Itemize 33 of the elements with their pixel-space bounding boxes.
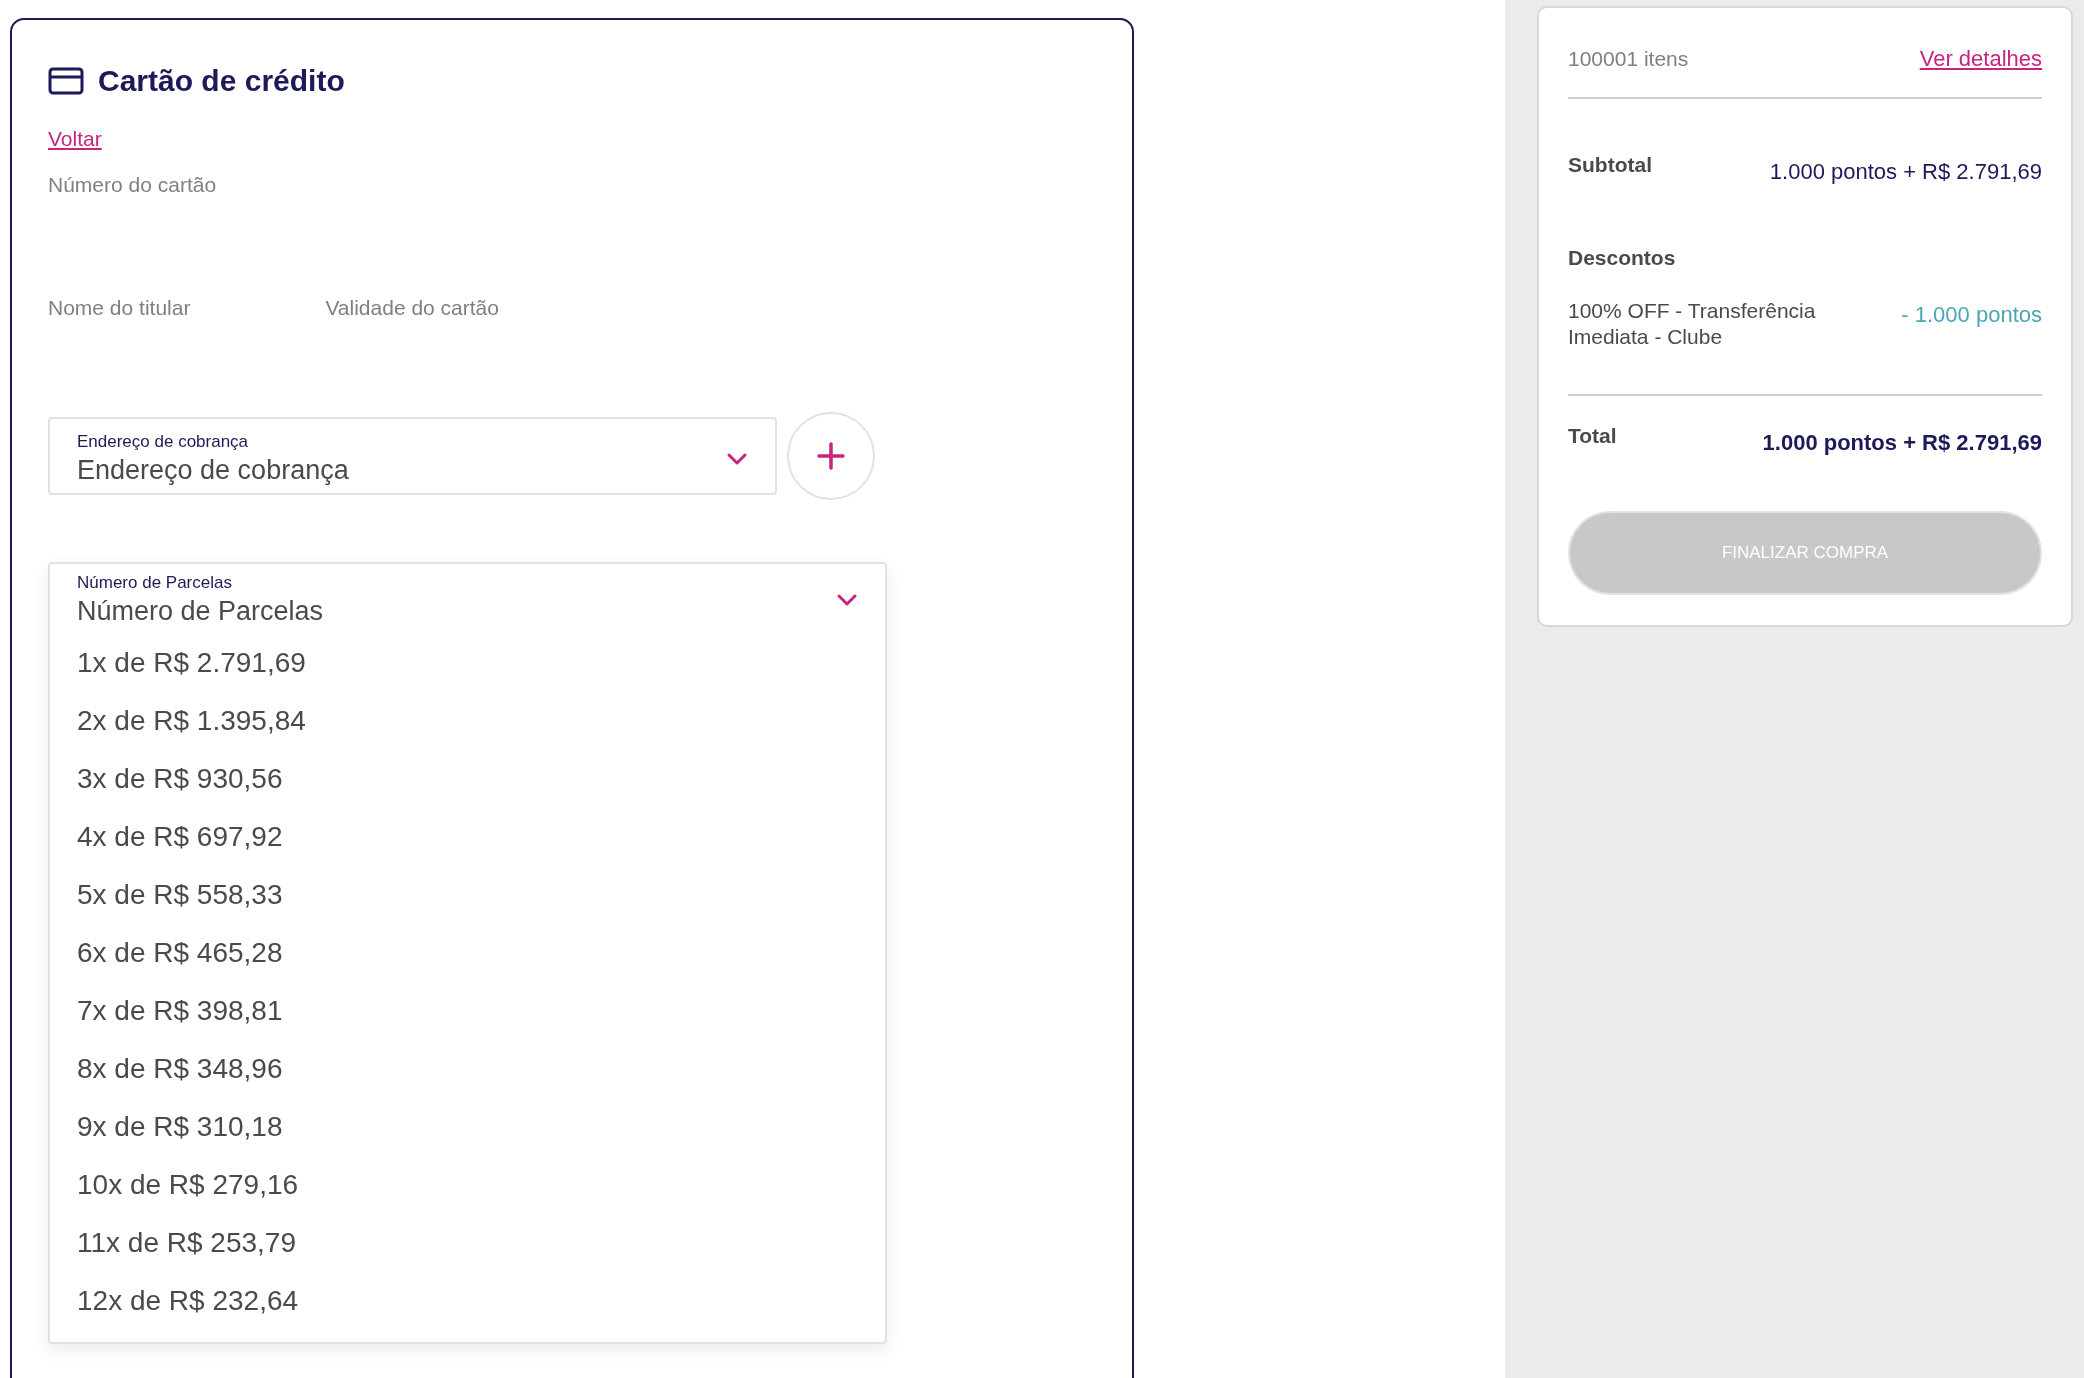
field-label: Nome do titular: [48, 295, 191, 321]
section-title: Cartão de crédito: [98, 63, 345, 99]
total-value: 1.000 pontos + R$ 2.791,69: [1762, 428, 2042, 457]
installment-option[interactable]: 8x de R$ 348,96: [50, 1039, 885, 1098]
chevron-down-icon: [836, 592, 858, 607]
installment-option[interactable]: 7x de R$ 398,81: [50, 981, 885, 1040]
items-count: 100001 itens: [1568, 45, 1689, 72]
credit-card-icon: [48, 66, 84, 95]
back-link[interactable]: Voltar: [48, 123, 102, 155]
installment-option[interactable]: 9x de R$ 310,18: [50, 1097, 885, 1156]
installment-option[interactable]: 5x de R$ 558,33: [50, 865, 885, 924]
installment-option[interactable]: 4x de R$ 697,92: [50, 807, 885, 866]
add-address-button[interactable]: [787, 411, 875, 500]
installment-option[interactable]: 3x de R$ 930,56: [50, 749, 885, 808]
installment-option[interactable]: 10x de R$ 279,16: [50, 1155, 885, 1214]
discount-value: - 1.000 pontos: [1901, 300, 2042, 329]
billing-address-select[interactable]: Endereço de cobrança Endereço de cobrança: [48, 416, 777, 495]
installments-select[interactable]: Número de Parcelas Número de Parcelas 1x de R$ 2.791,69 2x de R$ 1.395,84 3x de R$ 930,56 4x de R$ 697,92 5x de R$ 558,33 6x de R$ 465,28 7x de R$ 398,81 8x de R$ 348,96 9x de R$ 310,18 10x de R$ 279,16 11x de R$ 253,79 12x de R$ 232,64: [48, 561, 887, 1344]
installment-option[interactable]: 1x de R$ 2.791,69: [50, 633, 885, 692]
field-label: Número do cartão: [48, 171, 218, 198]
total-label: Total: [1568, 422, 1617, 449]
subtotal-label: Subtotal: [1568, 152, 1652, 178]
chevron-down-icon: [726, 451, 748, 466]
field-label: Validade do cartão: [325, 295, 499, 321]
installment-option[interactable]: 11x de R$ 253,79: [50, 1213, 885, 1272]
details-link[interactable]: Ver detalhes: [1919, 42, 2042, 75]
installment-option[interactable]: 12x de R$ 232,64: [50, 1271, 885, 1330]
installment-option[interactable]: 6x de R$ 465,28: [50, 923, 885, 982]
installment-option[interactable]: 2x de R$ 1.395,84: [50, 691, 885, 750]
subtotal-value: 1.000 pontos + R$ 2.791,69: [1769, 158, 2042, 186]
discounts-label: Descontos: [1568, 245, 1677, 271]
plus-icon: [816, 440, 846, 471]
discount-name: 100% OFF - Transferência Imediata - Clube: [1568, 297, 1817, 350]
